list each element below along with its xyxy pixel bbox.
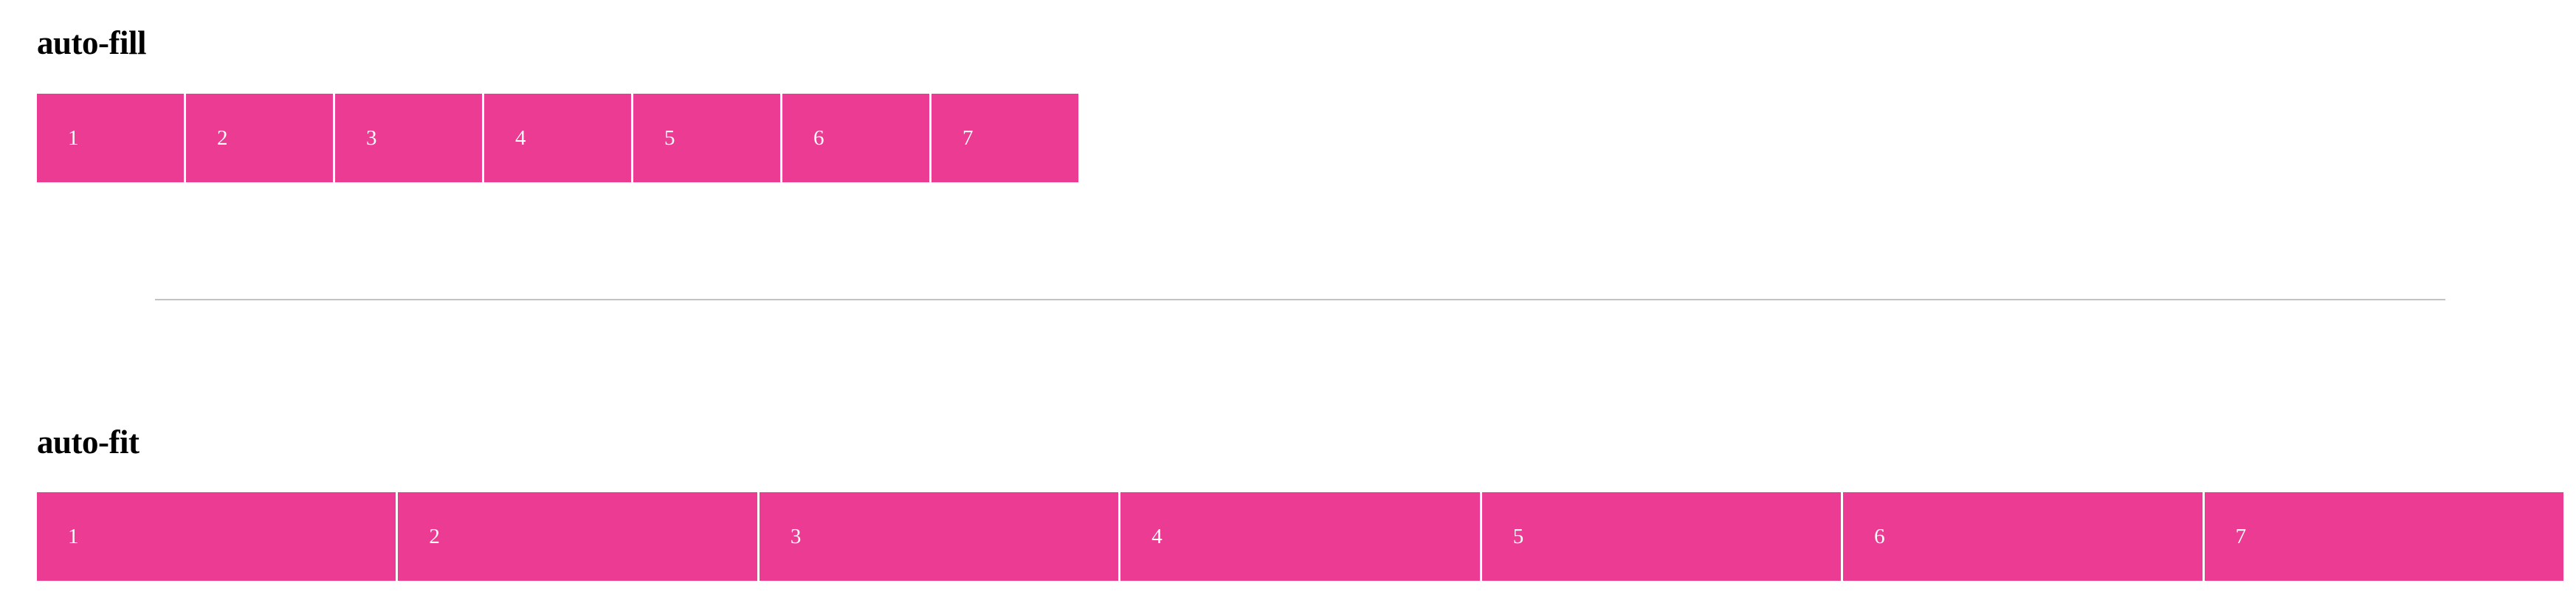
grid-item: 7	[931, 94, 1078, 182]
auto-fit-grid: 1 2 3 4 5 6 7	[37, 492, 2563, 581]
grid-item: 1	[37, 94, 184, 182]
auto-fit-heading: auto-fit	[37, 424, 140, 460]
grid-item: 4	[484, 94, 631, 182]
grid-item: 1	[37, 492, 396, 581]
grid-item: 7	[2204, 492, 2563, 581]
grid-item: 5	[633, 94, 780, 182]
section-divider	[155, 299, 2445, 300]
grid-item: 6	[1843, 492, 2203, 581]
grid-item: 2	[186, 94, 333, 182]
grid-item: 4	[1120, 492, 1480, 581]
auto-fill-heading: auto-fill	[37, 24, 147, 61]
grid-item: 5	[1481, 492, 1842, 581]
grid-item: 3	[759, 492, 1119, 581]
auto-fill-grid: 1 2 3 4 5 6 7	[37, 94, 1078, 182]
grid-item: 3	[335, 94, 482, 182]
grid-item: 6	[782, 94, 929, 182]
grid-item: 2	[398, 492, 757, 581]
